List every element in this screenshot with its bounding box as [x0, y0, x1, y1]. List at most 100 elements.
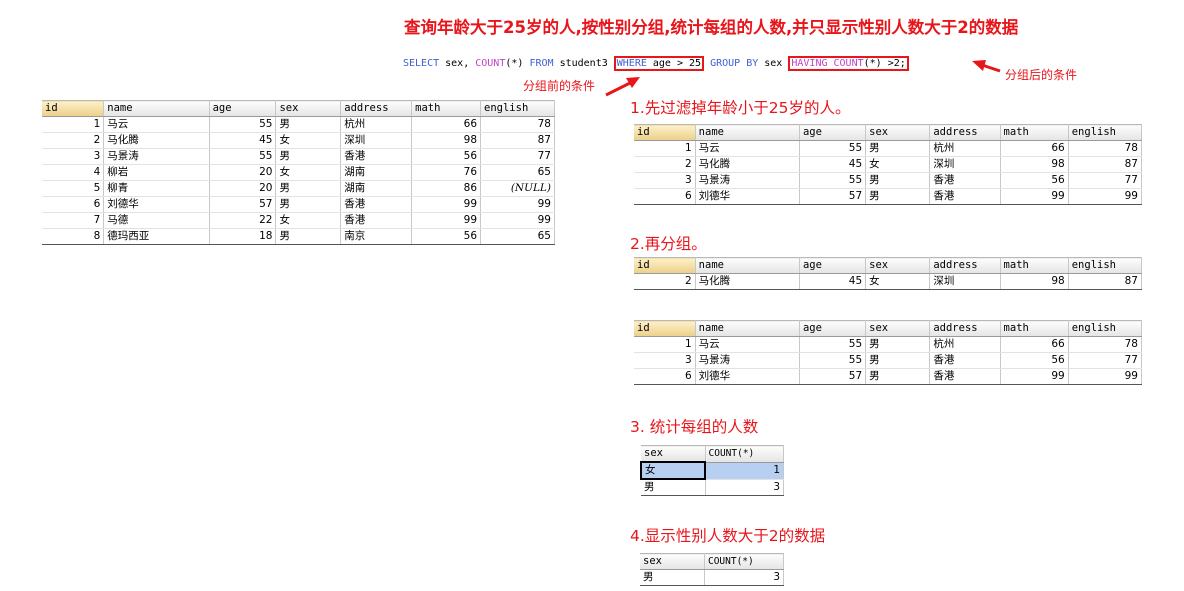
cell-age[interactable]: 45	[799, 156, 867, 173]
column-header-count[interactable]: COUNT(*)	[705, 445, 785, 463]
cell-sex[interactable]: 男	[275, 196, 342, 213]
column-header-age[interactable]: age	[799, 124, 867, 141]
cell-sex[interactable]: 男	[865, 188, 931, 205]
cell-address[interactable]: 香港	[929, 188, 1001, 205]
column-header-math[interactable]: math	[1000, 124, 1069, 141]
cell-math[interactable]: 98	[1000, 156, 1069, 173]
cell-age[interactable]: 57	[209, 196, 277, 213]
cell-english[interactable]: 99	[1068, 188, 1143, 205]
cell-age[interactable]: 18	[209, 228, 277, 245]
column-header-sex[interactable]: sex	[275, 100, 342, 117]
cell-id[interactable]: 3	[634, 352, 696, 369]
table-row[interactable]: 男3	[640, 569, 785, 586]
cell-math[interactable]: 86	[411, 180, 482, 197]
cell-count[interactable]: 3	[705, 479, 785, 496]
cell-address[interactable]: 深圳	[929, 156, 1001, 173]
cell-id[interactable]: 1	[42, 116, 105, 133]
cell-name[interactable]: 马云	[695, 140, 800, 157]
cell-sex[interactable]: 女	[639, 461, 707, 480]
cell-sex[interactable]: 男	[641, 479, 706, 496]
cell-count[interactable]: 3	[704, 569, 785, 586]
table-row[interactable]: 女1	[639, 461, 785, 480]
column-header-sex[interactable]: sex	[641, 445, 706, 463]
cell-sex[interactable]: 女	[275, 132, 342, 149]
cell-id[interactable]: 2	[634, 156, 696, 173]
cell-name[interactable]: 马云	[695, 336, 800, 353]
column-header-name[interactable]: name	[103, 100, 210, 117]
table-row[interactable]: 3 马景涛 55 男香港 56 77	[42, 148, 555, 165]
table-row[interactable]: 2 马化腾 45 女深圳 98 87	[42, 132, 555, 149]
cell-name[interactable]: 马景涛	[695, 352, 800, 369]
table-row[interactable]: 1 马云 55 男杭州 66 78	[42, 116, 555, 133]
column-header-english[interactable]: english	[1068, 320, 1143, 337]
cell-sex[interactable]: 男	[640, 569, 705, 586]
cell-sex[interactable]: 男	[865, 172, 931, 189]
cell-sex[interactable]: 男	[275, 116, 342, 133]
cell-age[interactable]: 55	[209, 116, 277, 133]
cell-id[interactable]: 6	[634, 368, 696, 385]
cell-sex[interactable]: 女	[865, 156, 931, 173]
cell-id[interactable]: 3	[634, 172, 696, 189]
cell-sex[interactable]: 男	[865, 336, 931, 353]
cell-name[interactable]: 德玛西亚	[103, 228, 210, 245]
cell-address[interactable]: 南京	[340, 228, 413, 245]
cell-age[interactable]: 45	[799, 273, 867, 290]
table-row[interactable]: 男3	[641, 479, 785, 496]
cell-math[interactable]: 56	[411, 148, 482, 165]
cell-name[interactable]: 柳青	[103, 180, 210, 197]
column-header-math[interactable]: math	[1000, 320, 1069, 337]
cell-sex[interactable]: 男	[865, 140, 931, 157]
cell-english[interactable]: 78	[1068, 336, 1143, 353]
column-header-math[interactable]: math	[411, 100, 482, 117]
cell-math[interactable]: 66	[1000, 140, 1069, 157]
column-header-sex[interactable]: sex	[865, 257, 931, 274]
table-row[interactable]: 7 马德 22 女香港 99 99	[42, 212, 555, 229]
column-header-id[interactable]: id	[634, 320, 696, 337]
column-header-english[interactable]: english	[480, 100, 555, 117]
cell-sex[interactable]: 女	[865, 273, 931, 290]
column-header-english[interactable]: english	[1068, 124, 1143, 141]
table-row[interactable]: 8 德玛西亚 18 男南京 56 65	[42, 228, 555, 245]
cell-math[interactable]: 98	[411, 132, 482, 149]
table-row[interactable]: 6 刘德华 57 男香港 99 99	[42, 196, 555, 213]
table-row[interactable]: 2 马化腾 45 女深圳 98 87	[634, 273, 1143, 290]
cell-id[interactable]: 7	[42, 212, 105, 229]
column-header-name[interactable]: name	[695, 124, 800, 141]
table-row[interactable]: 3 马景涛 55 男香港 56 77	[634, 172, 1143, 189]
cell-name[interactable]: 柳岩	[103, 164, 210, 181]
cell-math[interactable]: 76	[411, 164, 482, 181]
cell-english[interactable]: 99	[480, 212, 555, 229]
column-header-id[interactable]: id	[634, 124, 696, 141]
cell-address[interactable]: 深圳	[929, 273, 1001, 290]
cell-count[interactable]: 1	[705, 462, 785, 480]
cell-math[interactable]: 56	[411, 228, 482, 245]
cell-age[interactable]: 22	[209, 212, 277, 229]
cell-math[interactable]: 99	[411, 196, 482, 213]
cell-address[interactable]: 杭州	[929, 336, 1001, 353]
cell-id[interactable]: 1	[634, 336, 696, 353]
cell-address[interactable]: 香港	[929, 352, 1001, 369]
cell-age[interactable]: 55	[799, 336, 867, 353]
table-row[interactable]: 3 马景涛 55 男香港 56 77	[634, 352, 1143, 369]
cell-address[interactable]: 香港	[340, 148, 413, 165]
column-header-count[interactable]: COUNT(*)	[704, 553, 785, 570]
cell-address[interactable]: 杭州	[929, 140, 1001, 157]
cell-name[interactable]: 马化腾	[695, 273, 800, 290]
cell-sex[interactable]: 男	[275, 148, 342, 165]
cell-id[interactable]: 4	[42, 164, 105, 181]
cell-name[interactable]: 刘德华	[103, 196, 210, 213]
table-row[interactable]: 5 柳青 20 男湖南 86 (NULL)	[42, 180, 555, 197]
cell-english[interactable]: 87	[1068, 273, 1143, 290]
cell-id[interactable]: 5	[42, 180, 105, 197]
cell-address[interactable]: 香港	[340, 212, 413, 229]
cell-english[interactable]: 77	[480, 148, 555, 165]
cell-age[interactable]: 55	[799, 140, 867, 157]
column-header-address[interactable]: address	[929, 320, 1001, 337]
cell-sex[interactable]: 男	[275, 180, 342, 197]
cell-address[interactable]: 深圳	[340, 132, 413, 149]
column-header-address[interactable]: address	[929, 257, 1001, 274]
cell-name[interactable]: 马德	[103, 212, 210, 229]
column-header-sex[interactable]: sex	[865, 124, 931, 141]
column-header-sex[interactable]: sex	[640, 553, 705, 570]
cell-name[interactable]: 刘德华	[695, 368, 800, 385]
